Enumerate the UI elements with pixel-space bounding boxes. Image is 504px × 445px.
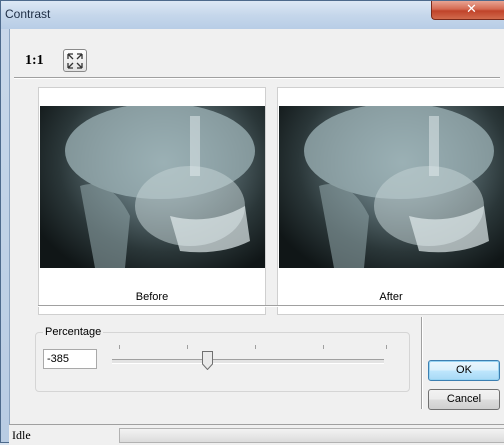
slider-tick bbox=[323, 345, 324, 349]
before-preview-panel bbox=[38, 87, 266, 315]
before-label: Before bbox=[135, 291, 169, 303]
after-xray-image bbox=[279, 106, 504, 268]
ok-button[interactable]: OK bbox=[428, 360, 500, 381]
slider-tick bbox=[386, 345, 387, 349]
status-text: Idle bbox=[12, 428, 31, 442]
toolbar-separator bbox=[14, 77, 500, 79]
close-button[interactable]: ✕ bbox=[431, 1, 504, 20]
status-bar: Idle bbox=[9, 424, 504, 445]
buttons-separator bbox=[421, 317, 423, 409]
close-icon: ✕ bbox=[466, 2, 477, 17]
preview-separator bbox=[38, 305, 504, 307]
slider-tick bbox=[255, 345, 256, 349]
slider-tick bbox=[119, 345, 120, 349]
after-label: After bbox=[379, 291, 403, 303]
percentage-group-label: Percentage bbox=[43, 326, 104, 338]
percentage-slider-thumb[interactable] bbox=[202, 351, 214, 370]
zoom-1to1-button[interactable]: 1:1 bbox=[25, 53, 44, 69]
after-preview-panel bbox=[277, 87, 504, 315]
slider-tick bbox=[187, 345, 188, 349]
window-title: Contrast bbox=[5, 7, 51, 21]
before-xray-image bbox=[40, 106, 265, 268]
percentage-input[interactable] bbox=[43, 349, 97, 369]
progress-bar bbox=[119, 428, 504, 443]
fit-to-window-button[interactable] bbox=[63, 49, 87, 72]
dialog-body: 1:1 Before After Percentage -385 OK Canc… bbox=[9, 29, 504, 424]
contrast-dialog: Contrast ✕ 1:1 Before After Percentage -… bbox=[0, 0, 504, 445]
title-bar[interactable]: Contrast ✕ bbox=[1, 1, 504, 29]
percentage-slider-track[interactable] bbox=[112, 359, 384, 364]
cancel-button[interactable]: Cancel bbox=[428, 389, 500, 410]
fit-to-window-icon bbox=[67, 53, 83, 69]
